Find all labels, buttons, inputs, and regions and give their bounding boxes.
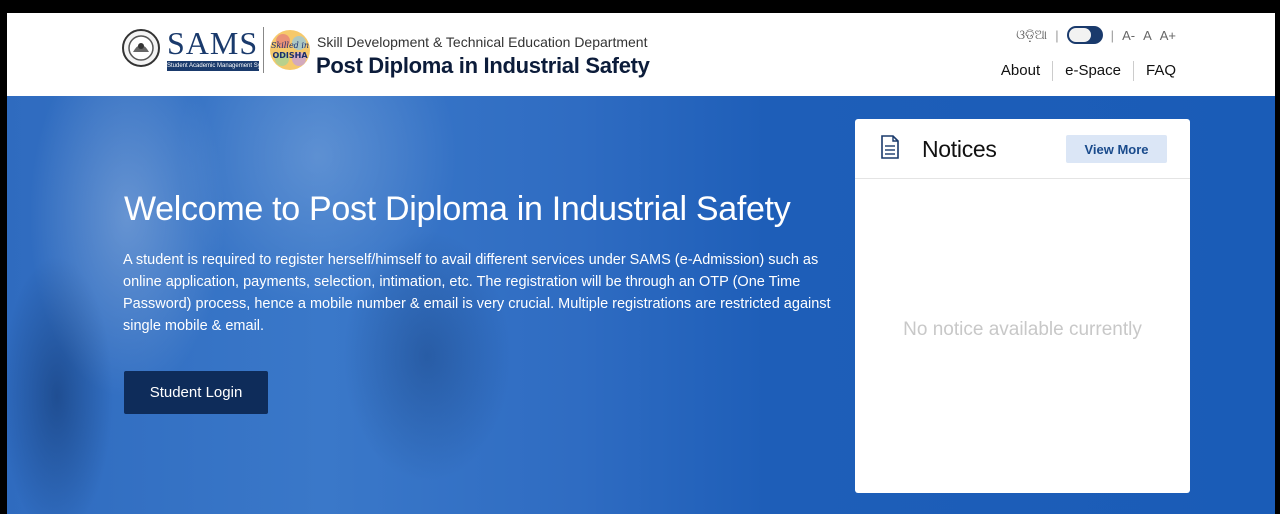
course-title: Post Diploma in Industrial Safety	[316, 53, 650, 78]
odisha-emblem-icon	[122, 29, 160, 67]
page-frame: SAMS Student Academic Management System …	[7, 13, 1275, 514]
language-toggle[interactable]	[1066, 26, 1103, 44]
font-increase-button[interactable]: A+	[1160, 28, 1176, 43]
svg-text:Skilled in: Skilled in	[271, 41, 309, 50]
notices-header: Notices View More	[855, 119, 1190, 179]
nav-faq-link[interactable]: FAQ	[1134, 61, 1176, 81]
notices-title: Notices	[922, 136, 997, 162]
sams-logo-subtitle: Student Academic Management System	[167, 61, 259, 71]
top-navigation: About e-Space FAQ	[989, 61, 1176, 81]
notices-panel: Notices View More No notice available cu…	[855, 119, 1190, 493]
language-label[interactable]: ଓଡ଼ିଆ	[1016, 27, 1047, 43]
logo-divider	[263, 27, 264, 73]
accessibility-toolbar: ଓଡ଼ିଆ | | A- A A+	[1016, 26, 1176, 44]
view-more-button[interactable]: View More	[1066, 135, 1167, 163]
font-normal-button[interactable]: A	[1143, 28, 1152, 43]
sams-logo-text: SAMS	[167, 25, 259, 61]
svg-text:ODISHA: ODISHA	[272, 51, 308, 60]
skilled-in-odisha-logo: Skilled in ODISHA	[270, 30, 310, 70]
separator: |	[1055, 27, 1059, 43]
nav-espace-link[interactable]: e-Space	[1053, 61, 1134, 81]
hero-title: Welcome to Post Diploma in Industrial Sa…	[124, 190, 791, 228]
document-icon	[881, 135, 899, 159]
font-decrease-button[interactable]: A-	[1122, 28, 1135, 43]
student-login-button[interactable]: Student Login	[124, 371, 268, 414]
empty-notice-message: No notice available currently	[903, 319, 1142, 340]
nav-about-link[interactable]: About	[989, 61, 1054, 81]
hero-banner: Welcome to Post Diploma in Industrial Sa…	[7, 96, 1275, 514]
site-header: SAMS Student Academic Management System …	[7, 13, 1275, 96]
separator: |	[1110, 27, 1115, 43]
department-name: Skill Development & Technical Education …	[317, 34, 648, 50]
hero-description: A student is required to register hersel…	[123, 252, 831, 334]
toggle-knob	[1068, 28, 1091, 42]
